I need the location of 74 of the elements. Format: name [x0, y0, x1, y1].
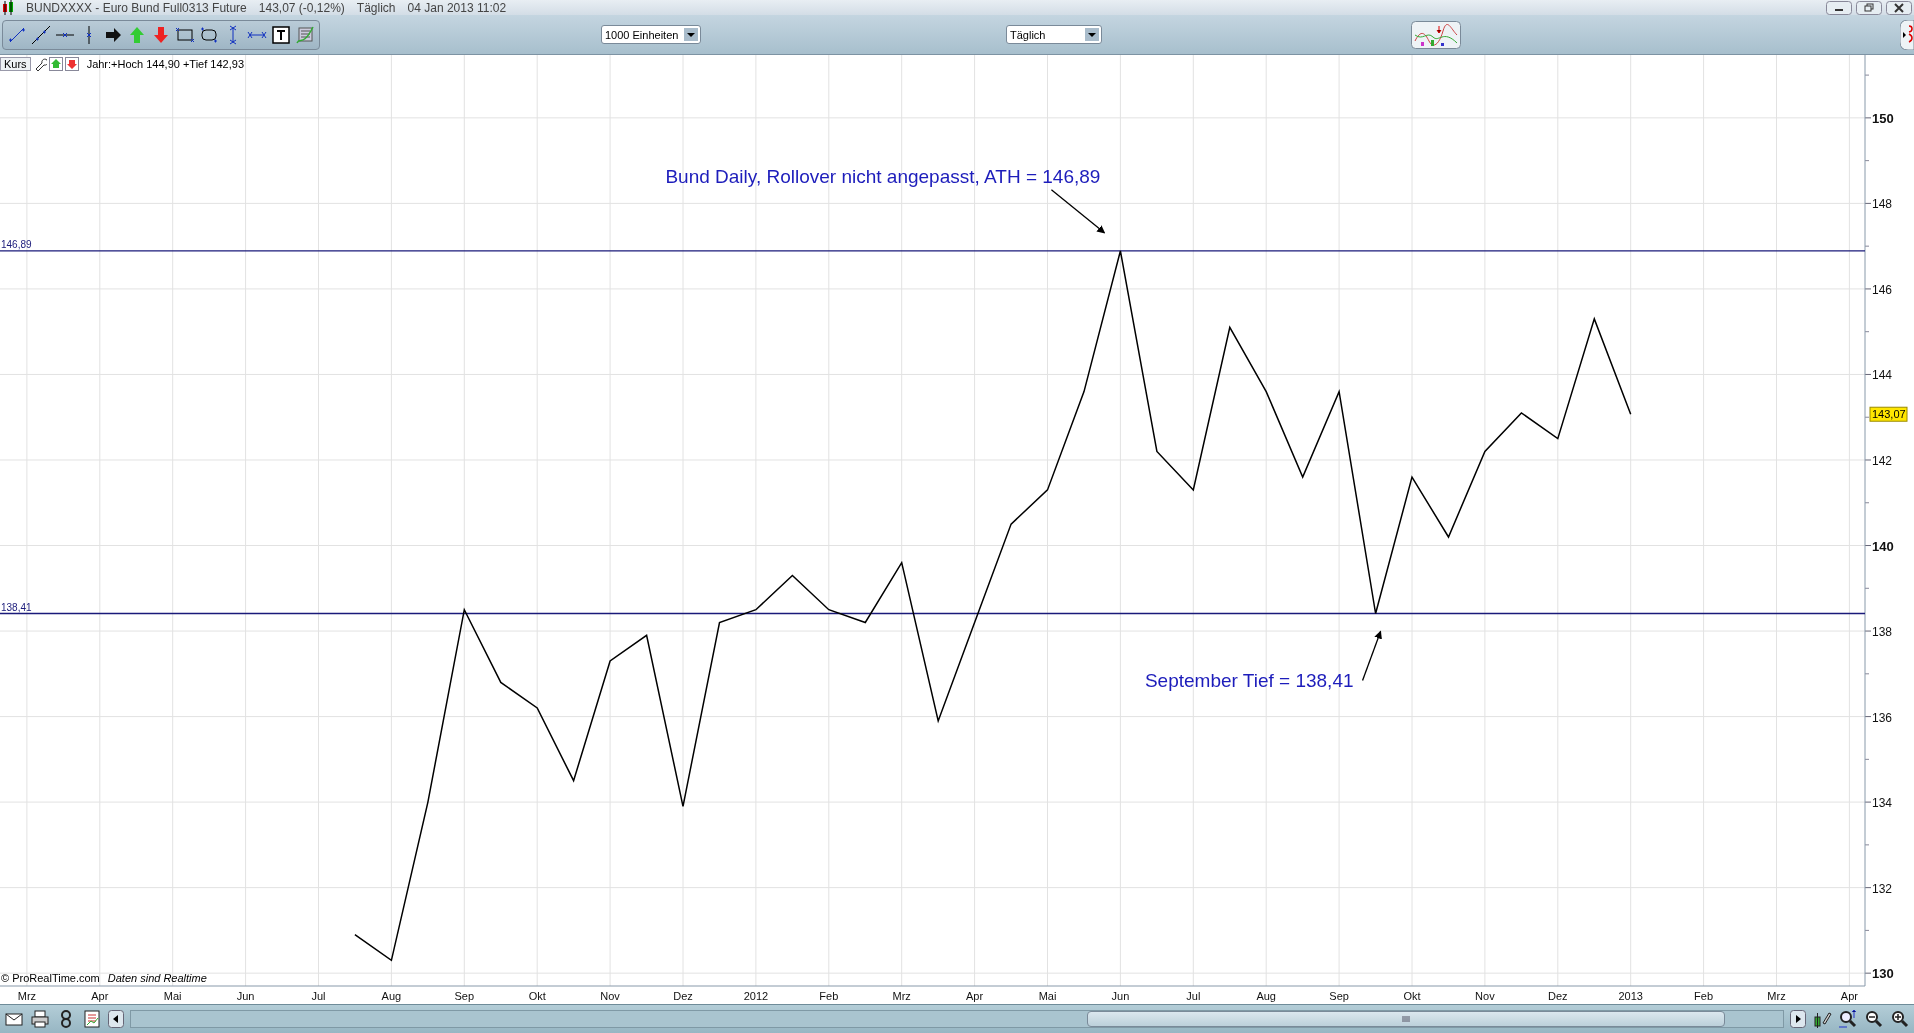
axis-label: 144 [1872, 368, 1893, 383]
level-label: 138,41 [1, 601, 32, 613]
axis-label: Mrz [1767, 990, 1786, 1002]
scroll-left-button[interactable] [108, 1010, 124, 1028]
axis-label: Jul [311, 990, 326, 1002]
axis-label: 132 [1872, 881, 1893, 896]
axis-label: 136 [1872, 710, 1893, 725]
axis-label: Mrz [892, 990, 911, 1002]
timestamp-text: 04 Jan 2013 11:02 [407, 0, 507, 15]
level-label: 146,89 [1, 238, 32, 250]
close-button[interactable] [1886, 0, 1912, 15]
chart-info-text: Jahr:+Hoch 144,90 +Tief 142,93 [86, 58, 244, 70]
axis-label: Feb [819, 990, 839, 1002]
axis-label: Aug [381, 990, 402, 1002]
axis-label: Dez [1548, 990, 1568, 1002]
indicator-chart-button[interactable] [1411, 20, 1461, 49]
annotation-arrow [1050, 189, 1106, 234]
arrow-down-icon[interactable] [64, 57, 79, 71]
scrollbar-track[interactable] [130, 1010, 1784, 1028]
axis-label: Apr [966, 990, 984, 1002]
axis-label: 140 [1872, 538, 1894, 554]
text-tool-icon[interactable] [271, 24, 291, 45]
axis-label: Sep [454, 990, 475, 1002]
annotation-text: September Tief = 138,41 [1144, 669, 1354, 691]
axis-label: Mai [163, 990, 182, 1002]
axis-label: 2012 [743, 990, 769, 1002]
axis-label: 150 [1872, 110, 1894, 126]
annotation-arrow [1361, 630, 1382, 682]
axis-label: Jul [1186, 990, 1201, 1002]
realtime-note: Daten sind Realtime [107, 972, 207, 984]
source-text: © ProRealTime.com [1, 972, 100, 984]
price-tag: 143,07 [1869, 406, 1908, 422]
axis-label: Nov [600, 990, 620, 1002]
scroll-right-button[interactable] [1790, 1010, 1806, 1028]
axis-label: Dez [673, 990, 693, 1002]
axis-label: 130 [1872, 966, 1894, 982]
minimize-button[interactable] [1826, 0, 1852, 15]
grip-icon [1402, 1016, 1410, 1022]
window-title: BUNDXXXX - Euro Bund Full0313 Future [26, 0, 247, 15]
axis-label: Mrz [17, 990, 37, 1002]
axis-label: Apr [91, 990, 109, 1002]
zoom-fit-icon[interactable] [1838, 1009, 1858, 1029]
axis-label: Jun [236, 990, 255, 1002]
axis-label: Okt [528, 990, 546, 1002]
side-panel-tab-icon[interactable] [1900, 19, 1914, 50]
zoom-in-icon[interactable] [1890, 1009, 1910, 1029]
arrow-down-icon[interactable] [151, 24, 171, 45]
axis-label: Feb [1694, 990, 1714, 1002]
report-icon[interactable] [82, 1009, 102, 1029]
period-dropdown[interactable]: Täglich [1006, 25, 1102, 44]
zoom-out-icon[interactable] [1864, 1009, 1884, 1029]
quote-text: 143,07 (-0,12%) [258, 0, 345, 15]
axis-label: 138 [1872, 625, 1893, 640]
restore-button[interactable] [1856, 0, 1882, 15]
axis-label: Apr [1840, 990, 1858, 1002]
axis-label: Sep [1329, 990, 1349, 1002]
axis-label: 134 [1872, 796, 1893, 811]
axis-label: 146 [1872, 282, 1893, 297]
axis-label: 2013 [1618, 990, 1643, 1002]
period-text: Täglich [356, 0, 396, 15]
candlestick-icon [2, 0, 14, 15]
series-label[interactable]: Kurs [0, 57, 31, 71]
units-dropdown[interactable]: 1000 Einheiten [601, 25, 701, 44]
extended-line-icon[interactable] [31, 24, 51, 45]
annotation-text: Bund Daily, Rollover nicht angepasst, ATH = 146,89 [665, 165, 1101, 187]
axis-label: Mai [1038, 990, 1057, 1002]
scrollbar-thumb[interactable] [1087, 1011, 1725, 1027]
axis-label: 148 [1872, 197, 1893, 212]
axis-label: Okt [1403, 990, 1421, 1002]
axis-label: Jun [1111, 990, 1130, 1002]
axis-label: Aug [1256, 990, 1276, 1002]
axis-label: 142 [1872, 454, 1893, 468]
axis-label: Nov [1475, 990, 1495, 1002]
print-icon[interactable] [30, 1009, 50, 1029]
